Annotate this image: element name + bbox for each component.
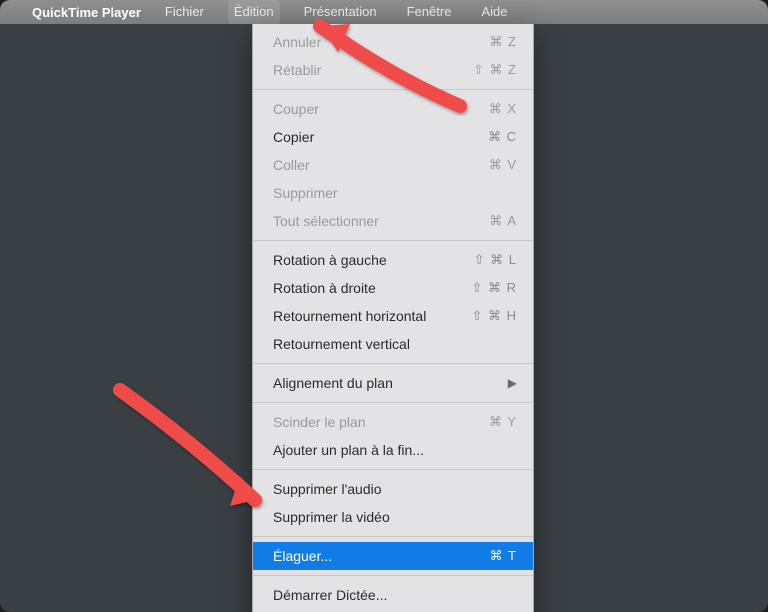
menu-separator xyxy=(253,402,533,403)
menu-item-shortcut: ⌘ V xyxy=(489,155,517,175)
menu-separator xyxy=(253,89,533,90)
menu-separator xyxy=(253,536,533,537)
menu-title-edition[interactable]: Édition xyxy=(228,0,280,24)
menu-title-aide[interactable]: Aide xyxy=(475,0,513,24)
menu-item-shortcut: ⌘ X xyxy=(489,99,517,119)
edition-dropdown: Annuler ⌘ Z Rétablir ⇧ ⌘ Z Couper ⌘ X Co… xyxy=(252,24,534,612)
menu-item-label: Supprimer xyxy=(273,183,338,203)
menu-item-label: Annuler xyxy=(273,32,321,52)
menu-item-annuler: Annuler ⌘ Z xyxy=(253,28,533,56)
menu-item-rotation-droite[interactable]: Rotation à droite ⇧ ⌘ R xyxy=(253,274,533,302)
menu-item-label: Couper xyxy=(273,99,319,119)
menu-item-label: Tout sélectionner xyxy=(273,211,379,231)
menu-item-label: Coller xyxy=(273,155,310,175)
menu-item-shortcut: ⌘ T xyxy=(490,546,517,566)
menu-title-fichier[interactable]: Fichier xyxy=(159,0,210,24)
menu-item-label: Copier xyxy=(273,127,314,147)
menu-separator xyxy=(253,575,533,576)
menu-item-label: Supprimer l'audio xyxy=(273,479,382,499)
chevron-right-icon: ▶ xyxy=(508,373,517,393)
menu-item-retablir: Rétablir ⇧ ⌘ Z xyxy=(253,56,533,84)
menu-title-fenetre[interactable]: Fenêtre xyxy=(401,0,458,24)
menu-item-retournement-horizontal[interactable]: Retournement horizontal ⇧ ⌘ H xyxy=(253,302,533,330)
menubar: QuickTime Player Fichier Édition Présent… xyxy=(0,0,768,24)
menu-item-label: Rotation à gauche xyxy=(273,250,387,270)
menu-item-label: Supprimer la vidéo xyxy=(273,507,390,527)
menu-item-shortcut: ⇧ ⌘ H xyxy=(471,306,517,326)
menu-item-coller: Coller ⌘ V xyxy=(253,151,533,179)
menu-item-label: Élaguer... xyxy=(273,546,332,566)
menu-separator xyxy=(253,240,533,241)
menu-item-label: Rétablir xyxy=(273,60,321,80)
menu-item-copier[interactable]: Copier ⌘ C xyxy=(253,123,533,151)
screen: QuickTime Player Fichier Édition Présent… xyxy=(0,0,768,612)
menu-item-retournement-vertical[interactable]: Retournement vertical xyxy=(253,330,533,358)
menu-item-rotation-gauche[interactable]: Rotation à gauche ⇧ ⌘ L xyxy=(253,246,533,274)
menu-item-shortcut: ⌘ Z xyxy=(489,32,517,52)
menu-item-shortcut: ⇧ ⌘ L xyxy=(474,250,517,270)
menu-separator xyxy=(253,363,533,364)
menu-separator xyxy=(253,469,533,470)
menu-item-ajouter-plan-fin[interactable]: Ajouter un plan à la fin... xyxy=(253,436,533,464)
menu-item-couper: Couper ⌘ X xyxy=(253,95,533,123)
menu-item-alignement-plan[interactable]: Alignement du plan ▶ xyxy=(253,369,533,397)
menu-item-label: Rotation à droite xyxy=(273,278,376,298)
app-name[interactable]: QuickTime Player xyxy=(32,5,141,20)
menu-item-shortcut: ⇧ ⌘ Z xyxy=(473,60,517,80)
menu-item-supprimer-audio[interactable]: Supprimer l'audio xyxy=(253,475,533,503)
menu-item-label: Ajouter un plan à la fin... xyxy=(273,440,424,460)
menu-title-presentation[interactable]: Présentation xyxy=(298,0,383,24)
menu-item-label: Alignement du plan xyxy=(273,373,393,393)
menu-item-shortcut: ⌘ A xyxy=(489,211,517,231)
menu-item-tout-selectionner: Tout sélectionner ⌘ A xyxy=(253,207,533,235)
menu-item-shortcut: ⌘ Y xyxy=(489,412,517,432)
menu-item-label: Retournement horizontal xyxy=(273,306,426,326)
menu-item-supprimer: Supprimer xyxy=(253,179,533,207)
menu-item-label: Démarrer Dictée... xyxy=(273,585,387,605)
menu-item-elaguer[interactable]: Élaguer... ⌘ T xyxy=(253,542,533,570)
menu-item-shortcut: ⌘ C xyxy=(488,127,517,147)
menu-item-demarrer-dictee[interactable]: Démarrer Dictée... xyxy=(253,581,533,609)
menu-item-scinder-plan: Scinder le plan ⌘ Y xyxy=(253,408,533,436)
menu-item-shortcut: ⇧ ⌘ R xyxy=(471,278,517,298)
menu-item-label: Scinder le plan xyxy=(273,412,366,432)
menu-item-label: Retournement vertical xyxy=(273,334,410,354)
menu-item-supprimer-video[interactable]: Supprimer la vidéo xyxy=(253,503,533,531)
